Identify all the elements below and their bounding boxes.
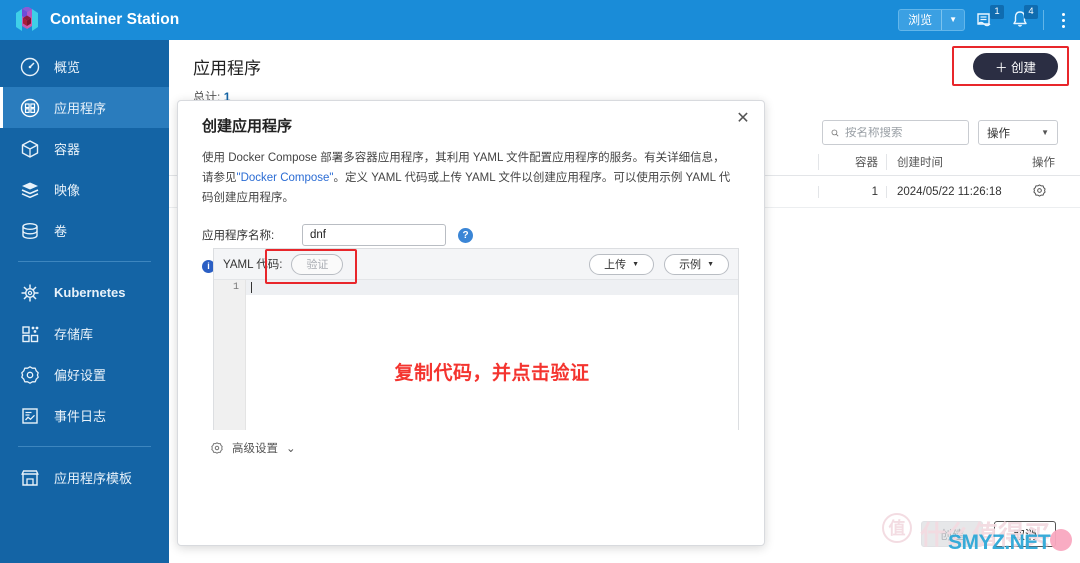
gear-icon (211, 442, 223, 454)
yaml-toolbar: YAML 代码: 验证 上传 ▼ 示例 ▼ (214, 249, 738, 280)
application-name-input[interactable] (302, 224, 446, 247)
gear-icon (1033, 183, 1046, 197)
active-code-line[interactable] (246, 280, 738, 295)
sidebar-item-app-templates[interactable]: 应用程序模板 (0, 457, 169, 498)
database-icon (18, 219, 42, 243)
dialog-cancel-button[interactable]: 取消 (994, 521, 1056, 547)
search-box[interactable] (822, 120, 969, 145)
yaml-code-editor[interactable]: 1 复制代码，并点击验证 (214, 280, 738, 430)
logs-badge: 1 (990, 5, 1004, 19)
sidebar-item-containers[interactable]: 容器 (0, 128, 169, 169)
sidebar-item-label: 应用程序模板 (54, 471, 133, 486)
chevron-down-icon[interactable]: ⌄ (286, 441, 296, 455)
browse-button[interactable]: 浏览 ▼ (898, 9, 965, 31)
line-number: 1 (232, 282, 239, 293)
sidebar-item-label: 容器 (54, 142, 81, 157)
table-toolbar: 操作 ▼ (822, 120, 1058, 145)
table-header-action: 操作 (1032, 156, 1055, 169)
table-cell-action[interactable] (1018, 183, 1080, 201)
search-input[interactable] (845, 126, 960, 139)
table-cell-created: 2024/05/22 11:26:18 (886, 185, 1018, 198)
cube-icon (18, 137, 42, 161)
action-select[interactable]: 操作 ▼ (978, 120, 1058, 145)
top-header-bar: Container Station 浏览 ▼ 1 4 (0, 0, 1080, 40)
instruction-annotation: 复制代码，并点击验证 (394, 363, 590, 384)
verify-button[interactable]: 验证 (291, 253, 344, 275)
logs-button[interactable]: 1 (975, 5, 1004, 32)
template-store-icon (18, 466, 42, 490)
sidebar-divider-1 (18, 261, 151, 262)
search-icon (831, 129, 839, 137)
chevron-down-icon: ▼ (707, 260, 714, 268)
application-name-label: 应用程序名称: (202, 230, 275, 243)
close-icon[interactable]: ✕ (734, 111, 752, 129)
docker-compose-link[interactable]: "Docker Compose" (237, 172, 334, 184)
application-name-row: 应用程序名称: ? (178, 208, 764, 247)
chevron-down-icon[interactable]: ▼ (942, 10, 964, 30)
dialog-title: 创建应用程序 (202, 118, 293, 135)
action-select-label: 操作 (987, 127, 1010, 140)
yaml-toolbar-right: 上传 ▼ 示例 ▼ (589, 253, 729, 275)
gauge-icon (18, 55, 42, 79)
yaml-editor-panel: YAML 代码: 验证 上传 ▼ 示例 ▼ 1 复制代码，并点击验证 (213, 248, 739, 430)
sidebar-item-kubernetes[interactable]: Kubernetes (0, 272, 169, 313)
notifications-button[interactable]: 4 (1009, 5, 1038, 32)
dialog-footer: 创建 取消 (921, 521, 1056, 547)
help-question-icon[interactable]: ? (458, 227, 473, 243)
sidebar-item-label: 偏好设置 (54, 368, 107, 383)
text-caret (251, 282, 252, 293)
chevron-down-icon: ▼ (632, 260, 640, 268)
sidebar-item-overview[interactable]: 概览 (0, 46, 169, 87)
yaml-code-label: YAML 代码: (223, 259, 283, 271)
sidebar-item-label: 映像 (54, 183, 81, 198)
applications-grid-icon (18, 96, 42, 120)
sidebar-item-repository[interactable]: 存储库 (0, 313, 169, 354)
sidebar: 概览 应用程序 容器 映像 卷 Kubernetes 存储库 偏好设置 事件日志… (0, 40, 169, 563)
repository-icon (18, 322, 42, 346)
container-cube-logo-icon (14, 6, 40, 33)
sidebar-item-label: 存储库 (54, 327, 94, 342)
advanced-settings-toggle[interactable]: 高级设置 ⌄ (210, 440, 296, 456)
verify-button-label: 验证 (306, 259, 329, 271)
sidebar-item-label: 卷 (54, 224, 68, 239)
dialog-create-button[interactable]: 创建 (921, 521, 983, 547)
header-brand: Container Station (0, 0, 179, 40)
example-button[interactable]: 示例 ▼ (664, 253, 729, 275)
create-button[interactable]: ＋ 创建 (973, 53, 1058, 80)
app-title: Container Station (50, 11, 180, 28)
page-header: 应用程序 总计: 1 (169, 40, 1080, 105)
sidebar-item-label: 事件日志 (54, 409, 107, 424)
header-divider (1043, 10, 1044, 30)
sidebar-item-event-log[interactable]: 事件日志 (0, 395, 169, 436)
event-log-icon (18, 404, 42, 428)
sidebar-item-label: 概览 (54, 60, 81, 75)
table-header-containers: 容器 (818, 153, 886, 170)
layers-icon (18, 178, 42, 202)
sidebar-item-preferences[interactable]: 偏好设置 (0, 354, 169, 395)
upload-button[interactable]: 上传 ▼ (589, 253, 655, 275)
advanced-settings-label: 高级设置 (232, 443, 278, 455)
sidebar-item-volumes[interactable]: 卷 (0, 210, 169, 251)
helm-wheel-icon (18, 281, 42, 305)
sidebar-item-images[interactable]: 映像 (0, 169, 169, 210)
browse-button-label: 浏览 (908, 13, 933, 27)
more-vertical-icon[interactable] (1054, 8, 1072, 32)
preferences-gear-icon (18, 363, 42, 387)
example-button-label: 示例 (679, 259, 702, 271)
page-title: 应用程序 (193, 59, 261, 78)
sidebar-item-label: Kubernetes (54, 285, 126, 300)
editor-gutter: 1 (214, 280, 246, 430)
header-actions: 浏览 ▼ 1 4 (898, 0, 1072, 40)
table-header-created: 创建时间 (886, 153, 1018, 170)
sidebar-item-label: 应用程序 (54, 101, 107, 116)
container-station-window: Container Station 浏览 ▼ 1 4 概览 应用程序 容器 映像… (0, 0, 1080, 563)
table-cell-containers: 1 (818, 185, 886, 198)
editor-code-area[interactable]: 复制代码，并点击验证 (246, 280, 738, 430)
notifications-badge: 4 (1024, 5, 1038, 19)
sidebar-item-applications[interactable]: 应用程序 (0, 87, 169, 128)
dialog-description: 使用 Docker Compose 部署多容器应用程序，其利用 YAML 文件配… (178, 136, 764, 208)
chevron-down-icon: ▼ (1041, 128, 1049, 137)
sidebar-divider-2 (18, 446, 151, 447)
upload-button-label: 上传 (604, 259, 627, 271)
